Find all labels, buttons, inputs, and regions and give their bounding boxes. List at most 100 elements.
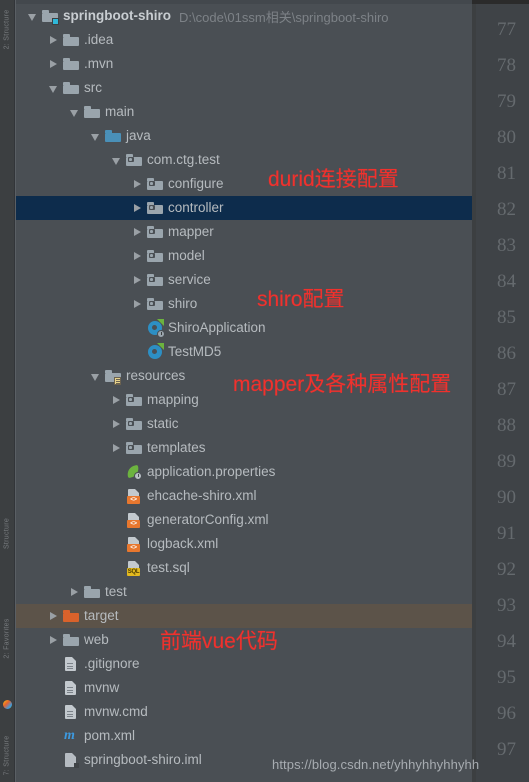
tree-row[interactable]: springboot-shiro D:\code\01ssm相关\springbo… (16, 4, 472, 28)
annotation-vue: 前端vue代码 (160, 630, 278, 653)
chevron-right-icon[interactable] (110, 418, 123, 431)
excluded-folder-icon (63, 608, 79, 624)
tree-row[interactable]: templates (16, 436, 472, 460)
tree-row-label: main (105, 104, 135, 120)
tree-row[interactable]: <> logback.xml (16, 532, 472, 556)
chevron-right-icon[interactable] (47, 610, 60, 623)
tree-row[interactable]: .mvn (16, 52, 472, 76)
tree-row[interactable]: m pom.xml (16, 724, 472, 748)
module-folder-icon (42, 8, 59, 25)
chevron-right-icon[interactable] (131, 274, 144, 287)
chevron-right-icon[interactable] (131, 178, 144, 191)
xml-file-icon: <> (126, 488, 142, 504)
chevron-right-icon[interactable] (131, 202, 144, 215)
line-number: 89 (497, 451, 516, 472)
tree-row-label: model (168, 248, 205, 264)
line-number: 90 (497, 487, 516, 508)
package-icon (147, 296, 163, 312)
strip-label-favorites[interactable]: 2: Favorites (4, 618, 11, 658)
tree-row[interactable]: ShiroApplication (16, 316, 472, 340)
chevron-down-icon[interactable] (26, 10, 39, 23)
tree-row[interactable]: application.properties (16, 460, 472, 484)
tree-row-label: web (84, 632, 109, 648)
tree-row[interactable]: mvnw (16, 676, 472, 700)
folder-icon (63, 632, 79, 648)
xml-file-icon: <> (126, 512, 142, 528)
strip-label-structure-3[interactable]: 7: Structure (4, 736, 11, 776)
line-number: 93 (497, 595, 516, 616)
tree-row[interactable]: TestMD5 (16, 340, 472, 364)
chevron-down-icon[interactable] (89, 370, 102, 383)
resources-folder-icon (105, 368, 121, 385)
chevron-down-icon[interactable] (47, 82, 60, 95)
chevron-right-icon[interactable] (47, 34, 60, 47)
tree-row-label: templates (147, 440, 206, 456)
tree-row[interactable]: model (16, 244, 472, 268)
chevron-right-icon[interactable] (110, 394, 123, 407)
tree-row-label: configure (168, 176, 224, 192)
tree-row[interactable]: <> generatorConfig.xml (16, 508, 472, 532)
chevron-down-icon[interactable] (68, 106, 81, 119)
tree-row[interactable]: shiro (16, 292, 472, 316)
tree-row[interactable]: controller (16, 196, 472, 220)
tree-row[interactable]: test (16, 580, 472, 604)
strip-label-structure[interactable]: 2: Structure (4, 10, 11, 50)
line-number: 96 (497, 703, 516, 724)
chevron-right-icon[interactable] (47, 634, 60, 647)
tree-row[interactable]: java (16, 124, 472, 148)
strip-label-structure-2[interactable]: Structure (4, 518, 11, 549)
folder-icon (63, 80, 79, 96)
chevron-right-icon[interactable] (131, 250, 144, 263)
tree-row[interactable]: configure (16, 172, 472, 196)
chevron-down-icon[interactable] (89, 130, 102, 143)
tree-row[interactable]: com.ctg.test (16, 148, 472, 172)
tree-row-label: mapping (147, 392, 199, 408)
annotation-shiro: shiro配置 (257, 288, 345, 311)
gutter-top-edge (472, 0, 529, 4)
chevron-down-icon[interactable] (110, 154, 123, 167)
tree-row[interactable]: <> ehcache-shiro.xml (16, 484, 472, 508)
tree-row-path: D:\code\01ssm相关\springboot-shiro (179, 9, 389, 25)
line-number: 97 (497, 739, 516, 760)
annotation-durid: durid连接配置 (268, 168, 399, 191)
text-file-icon (63, 704, 79, 720)
package-icon (147, 272, 163, 288)
line-number: 87 (497, 379, 516, 400)
tree-row[interactable]: src (16, 76, 472, 100)
chevron-right-icon[interactable] (47, 58, 60, 71)
line-number: 94 (497, 631, 516, 652)
tree-row[interactable]: SQL test.sql (16, 556, 472, 580)
tree-row[interactable]: mvnw.cmd (16, 700, 472, 724)
line-number: 82 (497, 199, 516, 220)
tree-row-label: springboot-shiro.iml (84, 752, 202, 768)
chevron-right-icon[interactable] (131, 298, 144, 311)
tree-row-label: mvnw (84, 680, 120, 696)
gutter-left-edge (472, 0, 476, 782)
tree-row[interactable]: mapper (16, 220, 472, 244)
spring-boot-class-icon (147, 319, 165, 338)
chevron-right-icon[interactable] (131, 226, 144, 239)
chevron-right-icon[interactable] (68, 586, 81, 599)
package-icon (126, 392, 142, 408)
line-number: 88 (497, 415, 516, 436)
package-icon (126, 152, 142, 168)
annotation-mapper: mapper及各种属性配置 (233, 373, 452, 396)
tree-row[interactable]: main (16, 100, 472, 124)
package-icon (126, 416, 142, 432)
tree-row[interactable]: .gitignore (16, 652, 472, 676)
tree-row[interactable]: service (16, 268, 472, 292)
sql-file-icon: SQL (126, 560, 142, 576)
tree-row-label: shiro (168, 296, 198, 312)
tree-row[interactable]: target (16, 604, 472, 628)
tree-row-label: application.properties (147, 464, 276, 480)
chevron-right-icon[interactable] (110, 442, 123, 455)
spring-properties-icon (125, 464, 142, 480)
line-number: 91 (497, 523, 516, 544)
tree-row-label: mvnw.cmd (84, 704, 148, 720)
tree-row[interactable]: static (16, 412, 472, 436)
tree-row[interactable]: .idea (16, 28, 472, 52)
line-number: 79 (497, 91, 516, 112)
